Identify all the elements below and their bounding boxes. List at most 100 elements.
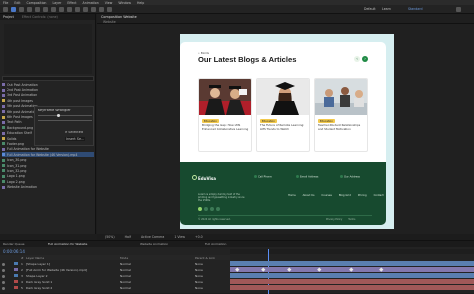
pan-behind-icon[interactable] (51, 6, 56, 12)
keyframe[interactable] (317, 267, 322, 272)
layer-bar[interactable] (230, 279, 474, 284)
label-color[interactable] (14, 262, 18, 265)
dialog-slider[interactable] (38, 120, 92, 121)
zoom-tool-icon[interactable] (27, 6, 32, 12)
eraser-tool-icon[interactable] (99, 6, 104, 12)
location-icon (340, 175, 343, 178)
keyframe[interactable] (379, 267, 384, 272)
footer-link-pricing[interactable]: Pricing (358, 194, 367, 197)
rotate-tool-icon[interactable] (35, 6, 40, 12)
menu-effect[interactable]: Effect (67, 1, 76, 5)
dialog-slider[interactable] (38, 115, 92, 116)
image-icon (2, 169, 5, 173)
tab-composition[interactable]: Composition Website (101, 15, 137, 19)
visibility-icon[interactable] (2, 274, 5, 278)
folder-icon (2, 99, 5, 103)
selection-tool-icon[interactable] (11, 6, 16, 12)
twitter-icon[interactable] (204, 207, 208, 211)
col-layer-name: Layer Name (26, 255, 45, 260)
post-title[interactable]: The Future of Remote Learning: LMS Trend… (260, 123, 308, 131)
current-time[interactable]: 0:00:06:14 (3, 249, 25, 254)
visibility-icon[interactable] (2, 268, 5, 272)
tab-project[interactable]: Project (3, 15, 14, 19)
website-canvas[interactable]: • BLOG Our Latest Blogs & Articles ‹ › E… (180, 34, 394, 229)
puppet-tool-icon[interactable] (107, 6, 112, 12)
footer-link-blog[interactable]: Blog Grid (339, 194, 351, 197)
privacy-link[interactable]: Privacy Policy (326, 218, 342, 221)
footer-logo[interactable]: EduVisa (198, 176, 216, 181)
list-item[interactable]: Website Animation (2, 184, 94, 189)
keyframe[interactable] (349, 267, 354, 272)
tab-render-queue[interactable]: Render Queue (3, 242, 25, 246)
label-color[interactable] (14, 268, 18, 271)
tab-full-animation[interactable]: Full Animation (205, 242, 226, 246)
menu-file[interactable]: File (3, 1, 8, 5)
exposure-value[interactable]: +0.0 (195, 235, 203, 239)
camera-tool-icon[interactable] (43, 6, 48, 12)
search-help-icon[interactable] (456, 7, 461, 12)
time-ruler[interactable] (230, 249, 474, 294)
comp-icon (2, 104, 5, 108)
footer-link-home[interactable]: Home (288, 194, 296, 197)
linkedin-icon[interactable] (210, 207, 214, 211)
table-row[interactable]: 5 Dark Grey Solid 2 Normal None (0, 285, 230, 291)
footer-link-contact[interactable]: Contact (374, 194, 384, 197)
slider-handle[interactable] (57, 114, 60, 117)
layer-bar[interactable] (230, 285, 474, 290)
workspace-standard[interactable]: Standard (408, 7, 423, 11)
home-icon[interactable] (3, 6, 8, 12)
keyframe[interactable] (235, 267, 240, 272)
workspace-default[interactable]: Default (364, 7, 376, 11)
keyframe[interactable] (261, 267, 266, 272)
terms-link[interactable]: Terms (348, 218, 355, 221)
menu-layer[interactable]: Layer (52, 1, 61, 5)
zoom-select[interactable]: (50%) (105, 235, 115, 239)
menu-help[interactable]: Help (137, 1, 144, 5)
workspace-learn[interactable]: Learn (382, 7, 391, 11)
keyframe[interactable] (287, 267, 292, 272)
menu-animation[interactable]: Animation (83, 1, 99, 5)
label-color[interactable] (14, 286, 18, 289)
layer-bar[interactable] (230, 261, 474, 266)
visibility-icon[interactable] (2, 262, 5, 266)
menu-window[interactable]: Window (118, 1, 131, 5)
next-arrow-button[interactable]: › (362, 56, 368, 62)
label-color[interactable] (14, 280, 18, 283)
instagram-icon[interactable] (216, 207, 220, 211)
camera-select[interactable]: Active Camera (141, 235, 164, 239)
menu-edit[interactable]: Edit (14, 1, 20, 5)
layer-bar[interactable] (230, 267, 474, 272)
blog-card[interactable]: Education Bridging the Gap: How LMS Enha… (198, 78, 252, 152)
tab-effect-controls[interactable]: Effect Controls: (none) (22, 15, 58, 19)
tab-website-animation[interactable]: Website Animation (140, 242, 168, 246)
clone-tool-icon[interactable] (91, 6, 96, 12)
menu-view[interactable]: View (105, 1, 113, 5)
blog-card[interactable]: Education Teacher-Student Relationships … (314, 78, 368, 152)
dialog-field-2[interactable]: Insert Se... (65, 137, 86, 142)
footer-link-courses[interactable]: Courses (321, 194, 331, 197)
video-icon (2, 153, 5, 157)
pen-tool-icon[interactable] (67, 6, 72, 12)
visibility-icon[interactable] (2, 286, 5, 290)
project-search-input[interactable] (2, 76, 94, 81)
resolution-select[interactable]: Half (125, 235, 131, 239)
facebook-icon[interactable] (198, 207, 202, 211)
type-tool-icon[interactable] (75, 6, 80, 12)
timeline-panel: Render Queue Full Animation for Website … (0, 240, 474, 294)
tab-full-animation-website[interactable]: Full Animation for Website (48, 242, 87, 246)
label-color[interactable] (14, 274, 18, 277)
rectangle-tool-icon[interactable] (59, 6, 64, 12)
layer-bar[interactable] (230, 273, 474, 278)
prev-arrow-button[interactable]: ‹ (354, 56, 360, 62)
blog-card[interactable]: Education The Future of Remote Learning:… (256, 78, 310, 152)
view-layout-select[interactable]: 1 View (174, 235, 185, 239)
brush-tool-icon[interactable] (83, 6, 88, 12)
post-title[interactable]: Bridging the Gap: How LMS Enhanced Colla… (202, 123, 250, 131)
post-title[interactable]: Teacher-Student Relationships and Studen… (318, 123, 366, 131)
hand-tool-icon[interactable] (19, 6, 24, 12)
menu-composition[interactable]: Composition (27, 1, 47, 5)
footer-link-about[interactable]: About Us (303, 194, 315, 197)
visibility-icon[interactable] (2, 280, 5, 284)
dialog-field-1[interactable]: If Selected (65, 131, 83, 134)
image-icon (2, 158, 5, 162)
